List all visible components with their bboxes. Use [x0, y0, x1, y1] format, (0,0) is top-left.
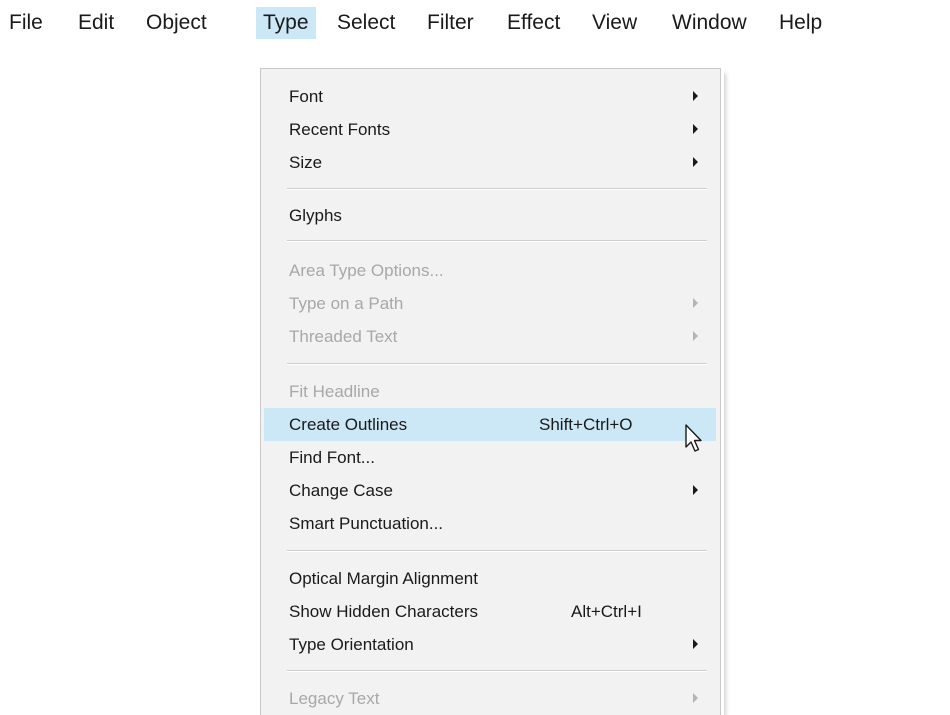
chevron-right-icon [693, 124, 698, 134]
menu-window[interactable]: Window [665, 7, 754, 39]
menu-item-label: Glyphs [289, 206, 342, 225]
menu-item-change-case[interactable]: Change Case [264, 474, 716, 507]
menu-object[interactable]: Object [139, 7, 214, 39]
menu-effect[interactable]: Effect [500, 7, 567, 39]
chevron-right-icon [693, 331, 698, 341]
chevron-right-icon [693, 157, 698, 167]
menu-item-label: Change Case [289, 481, 393, 500]
chevron-right-icon [693, 91, 698, 101]
menu-item-fit-headline: Fit Headline [264, 375, 716, 408]
menu-item-smart-punctuation[interactable]: Smart Punctuation... [264, 507, 716, 540]
menu-item-show-hidden-characters[interactable]: Show Hidden Characters Alt+Ctrl+I [264, 595, 716, 628]
menu-item-optical-margin-alignment[interactable]: Optical Margin Alignment [264, 562, 716, 595]
menu-view[interactable]: View [585, 7, 644, 39]
menu-item-label: Size [289, 153, 323, 172]
menu-item-size[interactable]: Size [264, 146, 716, 179]
menu-item-shortcut: Shift+Ctrl+O [539, 415, 633, 434]
menu-select[interactable]: Select [330, 7, 402, 39]
menu-item-legacy-text: Legacy Text [264, 682, 716, 715]
menu-separator [287, 240, 707, 242]
menu-item-label: Show Hidden Characters [289, 602, 478, 621]
chevron-right-icon [693, 693, 698, 703]
menu-item-font[interactable]: Font [264, 80, 716, 113]
menu-item-label: Recent Fonts [289, 120, 391, 139]
mouse-pointer-icon [685, 424, 702, 452]
menu-separator [287, 550, 707, 552]
menu-item-label: Legacy Text [289, 689, 380, 708]
menu-item-type-orientation[interactable]: Type Orientation [264, 628, 716, 661]
menu-item-glyphs[interactable]: Glyphs [264, 199, 716, 232]
menu-item-label: Threaded Text [289, 327, 398, 346]
chevron-right-icon [693, 298, 698, 308]
menu-item-label: Optical Margin Alignment [289, 569, 478, 588]
menu-item-label: Fit Headline [289, 382, 380, 401]
menu-separator [287, 363, 707, 365]
menu-item-find-font[interactable]: Find Font... [264, 441, 716, 474]
menu-item-shortcut: Alt+Ctrl+I [571, 602, 642, 621]
menu-item-area-type-options: Area Type Options... [264, 254, 716, 287]
menu-item-label: Type Orientation [289, 635, 414, 654]
menu-item-label: Create Outlines [289, 415, 408, 434]
menu-help[interactable]: Help [772, 7, 829, 39]
menu-item-create-outlines[interactable]: Create Outlines Shift+Ctrl+O [264, 408, 716, 441]
menu-item-threaded-text: Threaded Text [264, 320, 716, 353]
menu-type[interactable]: Type [256, 7, 316, 39]
menu-item-label: Area Type Options... [289, 261, 444, 280]
menu-bar: File Edit Object Type Select Filter Effe… [0, 0, 950, 44]
menu-filter[interactable]: Filter [420, 7, 481, 39]
menu-separator [287, 670, 707, 672]
chevron-right-icon [693, 485, 698, 495]
menu-item-label: Find Font... [289, 448, 375, 467]
menu-item-type-on-a-path: Type on a Path [264, 287, 716, 320]
menu-edit[interactable]: Edit [71, 7, 121, 39]
menu-item-recent-fonts[interactable]: Recent Fonts [264, 113, 716, 146]
menu-item-label: Font [289, 87, 324, 106]
chevron-right-icon [693, 639, 698, 649]
menu-file[interactable]: File [2, 7, 50, 39]
menu-item-label: Smart Punctuation... [289, 514, 444, 533]
type-dropdown-menu: Font Recent Fonts Size Glyphs Area Type … [260, 68, 721, 715]
menu-separator [287, 188, 707, 190]
menu-item-label: Type on a Path [289, 294, 404, 313]
